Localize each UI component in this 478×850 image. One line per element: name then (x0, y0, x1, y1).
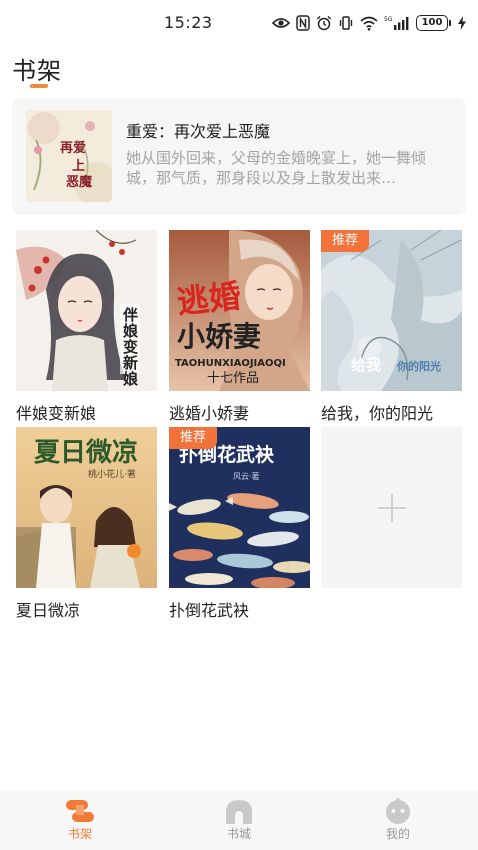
eye-icon (272, 18, 290, 28)
svg-text:夏日微凉: 夏日微凉 (34, 437, 138, 468)
vibrate-icon (339, 16, 353, 30)
svg-text:上: 上 (72, 159, 85, 174)
alarm-icon (316, 15, 332, 31)
wifi-icon (360, 16, 378, 31)
featured-book-title: 重爱：再次爱上恶魔 (126, 122, 271, 141)
bookstore-icon (226, 800, 252, 824)
book-item[interactable]: 逃婚 小娇妻 TAOHUNXIAOJIAOQI 十七作品 逃婚小娇妻 (169, 230, 310, 424)
nav-label: 书城 (226, 827, 251, 841)
bottom-nav: 书架 书城 我的 (0, 790, 478, 850)
nav-label: 书架 (67, 827, 92, 841)
recommend-badge: 推荐 (321, 230, 369, 252)
svg-text:桃小花儿·著: 桃小花儿·著 (88, 468, 136, 480)
title-underline (30, 84, 48, 88)
status-bar: 15:23 5G 100 (0, 0, 478, 46)
charging-icon (458, 16, 466, 30)
svg-text:恶魔: 恶魔 (66, 174, 92, 190)
page-title: 书架 (12, 57, 62, 85)
featured-book-description: 她从国外回来，父母的金婚晚宴上，她一舞倾城，那气质，那身段以及身上散发出来… (126, 149, 427, 187)
signal-icon: 5G (384, 16, 409, 30)
status-icons: 5G 100 (272, 14, 466, 32)
featured-book-card[interactable]: 再爱 上 恶魔 重爱：再次爱上恶魔 她从国外回来，父母的金婚晚宴上，她一舞倾城，… (12, 98, 466, 215)
featured-book-cover: 再爱 上 恶魔 (26, 110, 112, 202)
profile-icon (386, 798, 410, 824)
battery-indicator: 100 (416, 15, 451, 31)
svg-text:再爱: 再爱 (60, 140, 86, 156)
nav-label: 我的 (385, 827, 410, 841)
svg-text:逃婚: 逃婚 (175, 277, 243, 321)
book-item[interactable]: 夏日微凉 桃小花儿·著 夏日微凉 (16, 427, 157, 621)
book-cover: 扑倒花武袂 风云·著 推荐 (169, 427, 310, 588)
book-title: 夏日微凉 (16, 601, 81, 620)
svg-text:5G: 5G (384, 16, 393, 23)
svg-text:TAOHUNXIAOJIAOQI: TAOHUNXIAOJIAOQI (175, 358, 286, 369)
book-item[interactable]: 给我 你的阳光 推荐 给我，你的阳光 (321, 230, 462, 424)
book-cover: 伴 娘 变 新 娘 (16, 230, 157, 391)
svg-text:你的阳光: 你的阳光 (396, 359, 441, 373)
svg-text:给我: 给我 (351, 356, 381, 374)
svg-text:风云·著: 风云·著 (233, 471, 260, 481)
book-cover: 夏日微凉 桃小花儿·著 (16, 427, 157, 588)
nav-tab-profile[interactable]: 我的 (358, 790, 438, 850)
book-item[interactable]: 扑倒花武袂 风云·著 推荐 扑倒花武袂 (169, 427, 310, 621)
book-title: 扑倒花武袂 (169, 601, 250, 620)
nfc-icon (296, 15, 310, 31)
book-cover: 逃婚 小娇妻 TAOHUNXIAOJIAOQI 十七作品 (169, 230, 310, 391)
book-title: 给我，你的阳光 (321, 404, 434, 423)
nav-tab-bookshelf[interactable]: 书架 (40, 790, 120, 850)
book-title: 伴娘变新娘 (16, 404, 97, 423)
book-cover: 给我 你的阳光 推荐 (321, 230, 462, 391)
book-item[interactable]: 伴 娘 变 新 娘 伴娘变新娘 (16, 230, 157, 424)
status-time: 15:23 (164, 13, 213, 32)
svg-text:十七作品: 十七作品 (207, 371, 259, 386)
nav-tab-bookstore[interactable]: 书城 (199, 790, 279, 850)
recommend-badge: 推荐 (169, 427, 217, 449)
book-title: 逃婚小娇妻 (169, 404, 250, 423)
svg-text:小娇妻: 小娇妻 (177, 320, 261, 353)
svg-text:娘: 娘 (123, 370, 139, 388)
bookshelf-icon (66, 800, 94, 822)
add-book-button[interactable] (321, 427, 462, 588)
